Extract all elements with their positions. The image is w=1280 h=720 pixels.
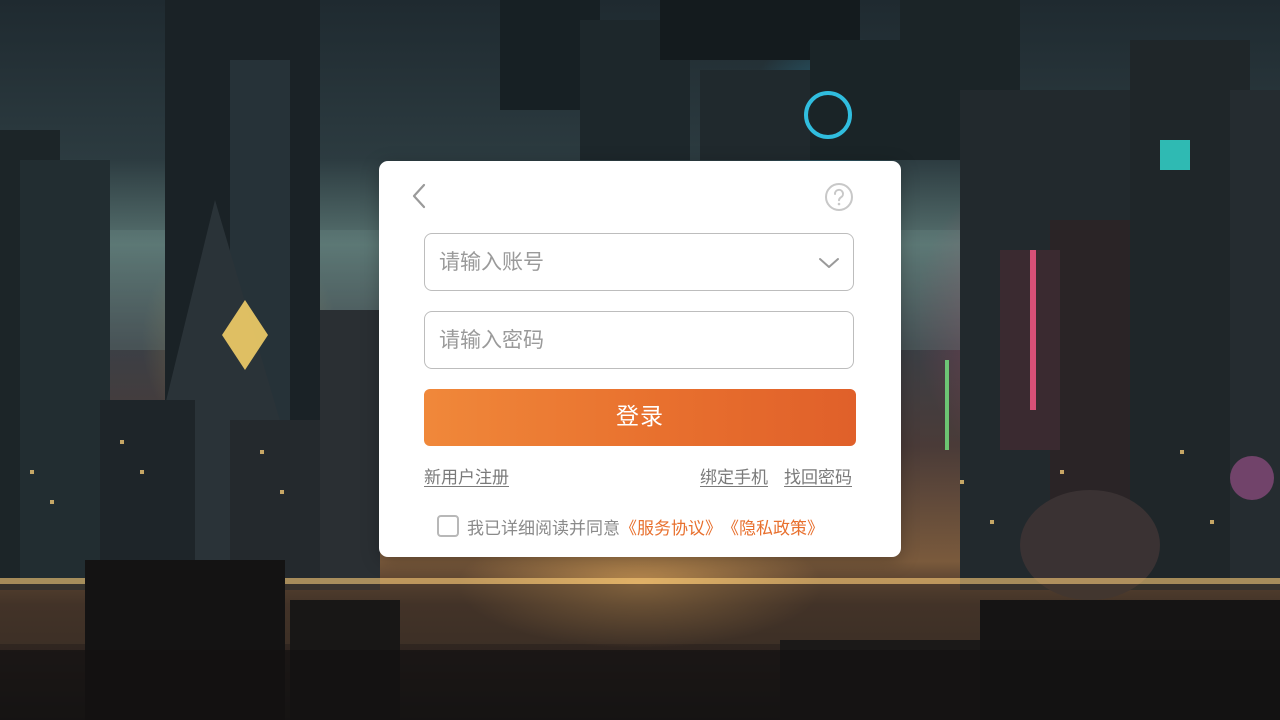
register-link[interactable]: 新用户注册 — [424, 463, 509, 488]
password-field — [424, 311, 854, 369]
agreement-row: 我已详细阅读并同意 《服务协议》 《隐私政策》 — [437, 512, 824, 540]
service-agreement-link[interactable]: 《服务协议》 — [620, 514, 722, 539]
login-dialog: 登录 新用户注册 绑定手机 找回密码 我已详细阅读并同意 《服务协议》 《隐私政… — [379, 161, 901, 557]
account-field — [424, 233, 854, 291]
login-button[interactable]: 登录 — [424, 389, 856, 446]
chevron-down-icon — [819, 258, 839, 268]
agreement-checkbox[interactable] — [437, 515, 459, 537]
back-button[interactable] — [405, 181, 435, 211]
privacy-policy-link[interactable]: 《隐私政策》 — [722, 514, 824, 539]
agreement-text: 我已详细阅读并同意 — [467, 518, 620, 539]
question-circle-icon — [825, 183, 853, 211]
help-button[interactable] — [824, 182, 854, 212]
password-input[interactable] — [439, 312, 809, 368]
recover-password-link[interactable]: 找回密码 — [784, 463, 852, 488]
account-input[interactable] — [439, 234, 809, 290]
chevron-left-icon — [412, 183, 426, 209]
bind-phone-link[interactable]: 绑定手机 — [700, 463, 768, 488]
account-dropdown-button[interactable] — [817, 251, 841, 275]
